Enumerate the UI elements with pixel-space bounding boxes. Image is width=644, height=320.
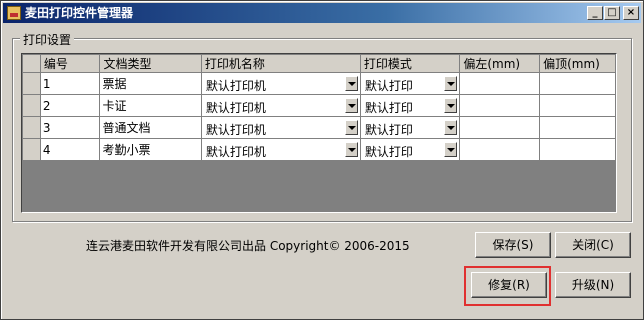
dropdown-arrow-icon[interactable] bbox=[344, 76, 358, 91]
cell-doc-type[interactable]: 考勤小票 bbox=[99, 138, 202, 161]
cell-doc-type[interactable]: 卡证 bbox=[99, 94, 202, 117]
row-selector[interactable] bbox=[22, 138, 41, 161]
cell-printer[interactable]: 默认打印机 bbox=[200, 94, 361, 117]
table-row: 2 卡证 默认打印机 默认打印 bbox=[22, 94, 616, 117]
printer-select-value: 默认打印机 bbox=[205, 101, 266, 115]
mode-select-value: 默认打印 bbox=[364, 101, 413, 115]
col-header-mode[interactable]: 打印模式 bbox=[359, 54, 461, 73]
cell-id[interactable]: 1 bbox=[39, 72, 101, 95]
cell-offset-top[interactable] bbox=[539, 94, 616, 117]
cell-mode[interactable]: 默认打印 bbox=[359, 72, 461, 95]
cell-doc-type[interactable]: 普通文档 bbox=[99, 116, 202, 139]
title-bar[interactable]: 麦田打印控件管理器 _ □ × bbox=[3, 3, 641, 23]
cell-offset-top[interactable] bbox=[539, 72, 616, 95]
app-icon bbox=[7, 6, 21, 20]
cell-printer[interactable]: 默认打印机 bbox=[200, 116, 361, 139]
row-selector[interactable] bbox=[22, 116, 41, 139]
col-header-doc-type[interactable]: 文档类型 bbox=[99, 54, 202, 73]
cell-offset-left[interactable] bbox=[459, 138, 541, 161]
cell-id[interactable]: 2 bbox=[39, 94, 101, 117]
cell-offset-left[interactable] bbox=[459, 94, 541, 117]
cell-printer[interactable]: 默认打印机 bbox=[200, 138, 361, 161]
minimize-button[interactable]: _ bbox=[587, 6, 603, 20]
table-row: 4 考勤小票 默认打印机 默认打印 bbox=[22, 138, 616, 161]
cell-id[interactable]: 4 bbox=[39, 138, 101, 161]
cell-offset-top[interactable] bbox=[539, 116, 616, 139]
col-header-offset-left[interactable]: 偏左(mm) bbox=[459, 54, 541, 73]
cell-printer[interactable]: 默认打印机 bbox=[200, 72, 361, 95]
col-header-id[interactable]: 编号 bbox=[39, 54, 101, 73]
row-selector[interactable] bbox=[22, 94, 41, 117]
cell-offset-top[interactable] bbox=[539, 138, 616, 161]
cell-id[interactable]: 3 bbox=[39, 116, 101, 139]
window-title: 麦田打印控件管理器 bbox=[25, 6, 134, 20]
row-selector[interactable] bbox=[22, 72, 41, 95]
close-window-button[interactable]: × bbox=[623, 6, 639, 20]
table-row: 3 普通文档 默认打印机 默认打印 bbox=[22, 116, 616, 139]
cell-offset-left[interactable] bbox=[459, 72, 541, 95]
table-row: 1 票据 默认打印机 默认打印 bbox=[22, 72, 616, 95]
col-header-offset-top[interactable]: 偏顶(mm) bbox=[539, 54, 616, 73]
header-row: 编号 文档类型 打印机名称 打印模式 偏左(mm) 偏顶(mm) bbox=[22, 54, 616, 73]
dropdown-arrow-icon[interactable] bbox=[444, 120, 458, 135]
cell-mode[interactable]: 默认打印 bbox=[359, 138, 461, 161]
grid-table: 编号 文档类型 打印机名称 打印模式 偏左(mm) 偏顶(mm) 1 票据 默认… bbox=[22, 54, 616, 161]
dropdown-arrow-icon[interactable] bbox=[344, 98, 358, 113]
dropdown-arrow-icon[interactable] bbox=[444, 142, 458, 157]
printer-select-value: 默认打印机 bbox=[205, 123, 266, 137]
row-header-corner bbox=[22, 54, 41, 73]
print-settings-grid[interactable]: 编号 文档类型 打印机名称 打印模式 偏左(mm) 偏顶(mm) 1 票据 默认… bbox=[21, 53, 617, 213]
col-header-printer[interactable]: 打印机名称 bbox=[200, 54, 361, 73]
dropdown-arrow-icon[interactable] bbox=[444, 98, 458, 113]
cell-mode[interactable]: 默认打印 bbox=[359, 116, 461, 139]
mode-select-value: 默认打印 bbox=[364, 123, 413, 137]
printer-select-value: 默认打印机 bbox=[205, 145, 266, 159]
mode-select-value: 默认打印 bbox=[364, 79, 413, 93]
dropdown-arrow-icon[interactable] bbox=[444, 76, 458, 91]
cell-offset-left[interactable] bbox=[459, 116, 541, 139]
copyright-text: 连云港麦田软件开发有限公司出品 Copyright© 2006-2015 bbox=[86, 239, 410, 253]
upgrade-button[interactable]: 升级(N) bbox=[555, 272, 631, 298]
close-button[interactable]: 关闭(C) bbox=[555, 232, 631, 258]
cell-mode[interactable]: 默认打印 bbox=[359, 94, 461, 117]
printer-select-value: 默认打印机 bbox=[205, 79, 266, 93]
cell-doc-type[interactable]: 票据 bbox=[99, 72, 202, 95]
mode-select-value: 默认打印 bbox=[364, 145, 413, 159]
group-label: 打印设置 bbox=[20, 31, 75, 48]
maximize-button[interactable]: □ bbox=[604, 6, 620, 20]
dropdown-arrow-icon[interactable] bbox=[344, 120, 358, 135]
save-button[interactable]: 保存(S) bbox=[475, 232, 551, 258]
repair-button[interactable]: 修复(R) bbox=[471, 272, 547, 298]
dropdown-arrow-icon[interactable] bbox=[344, 142, 358, 157]
